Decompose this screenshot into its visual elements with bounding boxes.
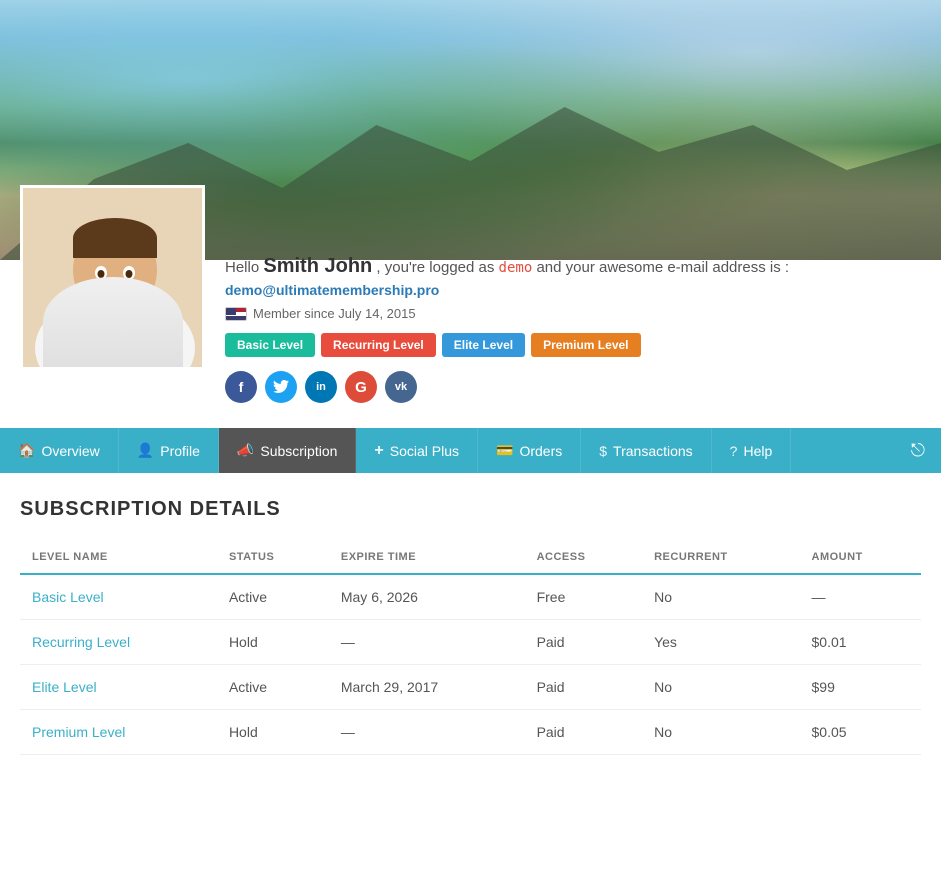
cell-elite-recurrent: No [642, 665, 799, 710]
col-amount: AMOUNT [800, 541, 922, 574]
logout-icon: ⎋ [911, 440, 925, 461]
badge-premium-level[interactable]: Premium Level [531, 333, 640, 357]
profile-name: Smith John [263, 255, 372, 277]
subscription-section-title: SUBSCRIPTION DETAILS [20, 498, 921, 521]
cell-basic-expire: May 6, 2026 [329, 574, 525, 620]
person-icon: 👤 [137, 442, 154, 459]
col-level-name: LEVEL NAME [20, 541, 217, 574]
avatar [23, 188, 202, 367]
cell-basic-status: Active [217, 574, 329, 620]
main-content: SUBSCRIPTION DETAILS LEVEL NAME STATUS E… [0, 473, 941, 780]
cell-basic-level-name: Basic Level [20, 574, 217, 620]
cell-recurring-status: Hold [217, 620, 329, 665]
table-header-row: LEVEL NAME STATUS EXPIRE TIME ACCESS REC… [20, 541, 921, 574]
basic-level-link[interactable]: Basic Level [32, 589, 104, 605]
cell-elite-level-name: Elite Level [20, 665, 217, 710]
tab-transactions-label: Transactions [613, 443, 693, 459]
cell-recurring-recurrent: Yes [642, 620, 799, 665]
vk-icon[interactable]: vk [385, 371, 417, 403]
badge-recurring-level[interactable]: Recurring Level [321, 333, 436, 357]
dollar-icon: $ [599, 443, 607, 459]
orders-icon: 💳 [496, 442, 513, 459]
cell-recurring-expire: — [329, 620, 525, 665]
megaphone-icon: 📣 [237, 442, 254, 459]
cell-elite-amount: $99 [800, 665, 922, 710]
social-icons: f in G vk [225, 371, 921, 403]
member-since-text: Member since July 14, 2015 [253, 306, 416, 321]
profile-greeting: Hello Smith John , you're logged as demo… [225, 255, 921, 278]
cell-premium-level-name: Premium Level [20, 710, 217, 755]
tab-help-label: Help [743, 443, 772, 459]
email-address: demo@ultimatemembership.pro [225, 282, 439, 298]
tab-subscription[interactable]: 📣 Subscription [219, 428, 356, 473]
cell-elite-status: Active [217, 665, 329, 710]
cell-recurring-level-name: Recurring Level [20, 620, 217, 665]
col-status: STATUS [217, 541, 329, 574]
tab-social-plus-label: Social Plus [390, 443, 459, 459]
google-icon[interactable]: G [345, 371, 377, 403]
tab-orders[interactable]: 💳 Orders [478, 428, 581, 473]
tab-overview-label: Overview [41, 443, 99, 459]
hello-prefix: Hello [225, 259, 259, 276]
table-row: Elite Level Active March 29, 2017 Paid N… [20, 665, 921, 710]
table-row: Recurring Level Hold — Paid Yes $0.01 [20, 620, 921, 665]
help-icon: ? [730, 443, 738, 459]
cell-basic-amount: — [800, 574, 922, 620]
subscription-table: LEVEL NAME STATUS EXPIRE TIME ACCESS REC… [20, 541, 921, 755]
badge-basic-level[interactable]: Basic Level [225, 333, 315, 357]
twitter-icon[interactable] [265, 371, 297, 403]
cell-elite-access: Paid [525, 665, 643, 710]
profile-section: Hello Smith John , you're logged as demo… [0, 230, 941, 413]
tab-social-plus[interactable]: + Social Plus [356, 428, 478, 473]
tab-profile[interactable]: 👤 Profile [119, 428, 219, 473]
tab-transactions[interactable]: $ Transactions [581, 428, 711, 473]
nav-tabs: 🏠 Overview 👤 Profile 📣 Subscription + So… [0, 428, 941, 473]
col-access: ACCESS [525, 541, 643, 574]
badge-elite-level[interactable]: Elite Level [442, 333, 525, 357]
table-body: Basic Level Active May 6, 2026 Free No —… [20, 574, 921, 755]
table-header: LEVEL NAME STATUS EXPIRE TIME ACCESS REC… [20, 541, 921, 574]
profile-email: demo@ultimatemembership.pro [225, 282, 921, 298]
tab-orders-label: Orders [519, 443, 562, 459]
col-recurrent: RECURRENT [642, 541, 799, 574]
home-icon: 🏠 [18, 442, 35, 459]
cell-premium-amount: $0.05 [800, 710, 922, 755]
tab-profile-label: Profile [160, 443, 200, 459]
profile-info: Hello Smith John , you're logged as demo… [225, 245, 921, 403]
premium-level-link[interactable]: Premium Level [32, 724, 125, 740]
cell-premium-expire: — [329, 710, 525, 755]
cell-premium-access: Paid [525, 710, 643, 755]
logout-button[interactable]: ⎋ [895, 428, 941, 473]
cell-premium-status: Hold [217, 710, 329, 755]
recurring-level-link[interactable]: Recurring Level [32, 634, 130, 650]
linkedin-icon[interactable]: in [305, 371, 337, 403]
demo-label: demo [499, 260, 533, 276]
table-row: Basic Level Active May 6, 2026 Free No — [20, 574, 921, 620]
table-row: Premium Level Hold — Paid No $0.05 [20, 710, 921, 755]
avatar-container [20, 185, 205, 370]
cell-basic-recurrent: No [642, 574, 799, 620]
facebook-icon[interactable]: f [225, 371, 257, 403]
cell-basic-access: Free [525, 574, 643, 620]
plus-icon: + [374, 442, 383, 460]
level-badges: Basic Level Recurring Level Elite Level … [225, 333, 921, 357]
col-expire-time: EXPIRE TIME [329, 541, 525, 574]
cell-recurring-amount: $0.01 [800, 620, 922, 665]
tab-help[interactable]: ? Help [712, 428, 792, 473]
us-flag-icon [225, 307, 247, 321]
cell-premium-recurrent: No [642, 710, 799, 755]
email-intro-text: and your awesome e-mail address is : [536, 259, 789, 276]
cell-elite-expire: March 29, 2017 [329, 665, 525, 710]
tab-overview[interactable]: 🏠 Overview [0, 428, 119, 473]
member-since: Member since July 14, 2015 [225, 306, 921, 321]
cell-recurring-access: Paid [525, 620, 643, 665]
logged-as-text: , you're logged as [376, 259, 494, 276]
tab-subscription-label: Subscription [260, 443, 337, 459]
elite-level-link[interactable]: Elite Level [32, 679, 97, 695]
